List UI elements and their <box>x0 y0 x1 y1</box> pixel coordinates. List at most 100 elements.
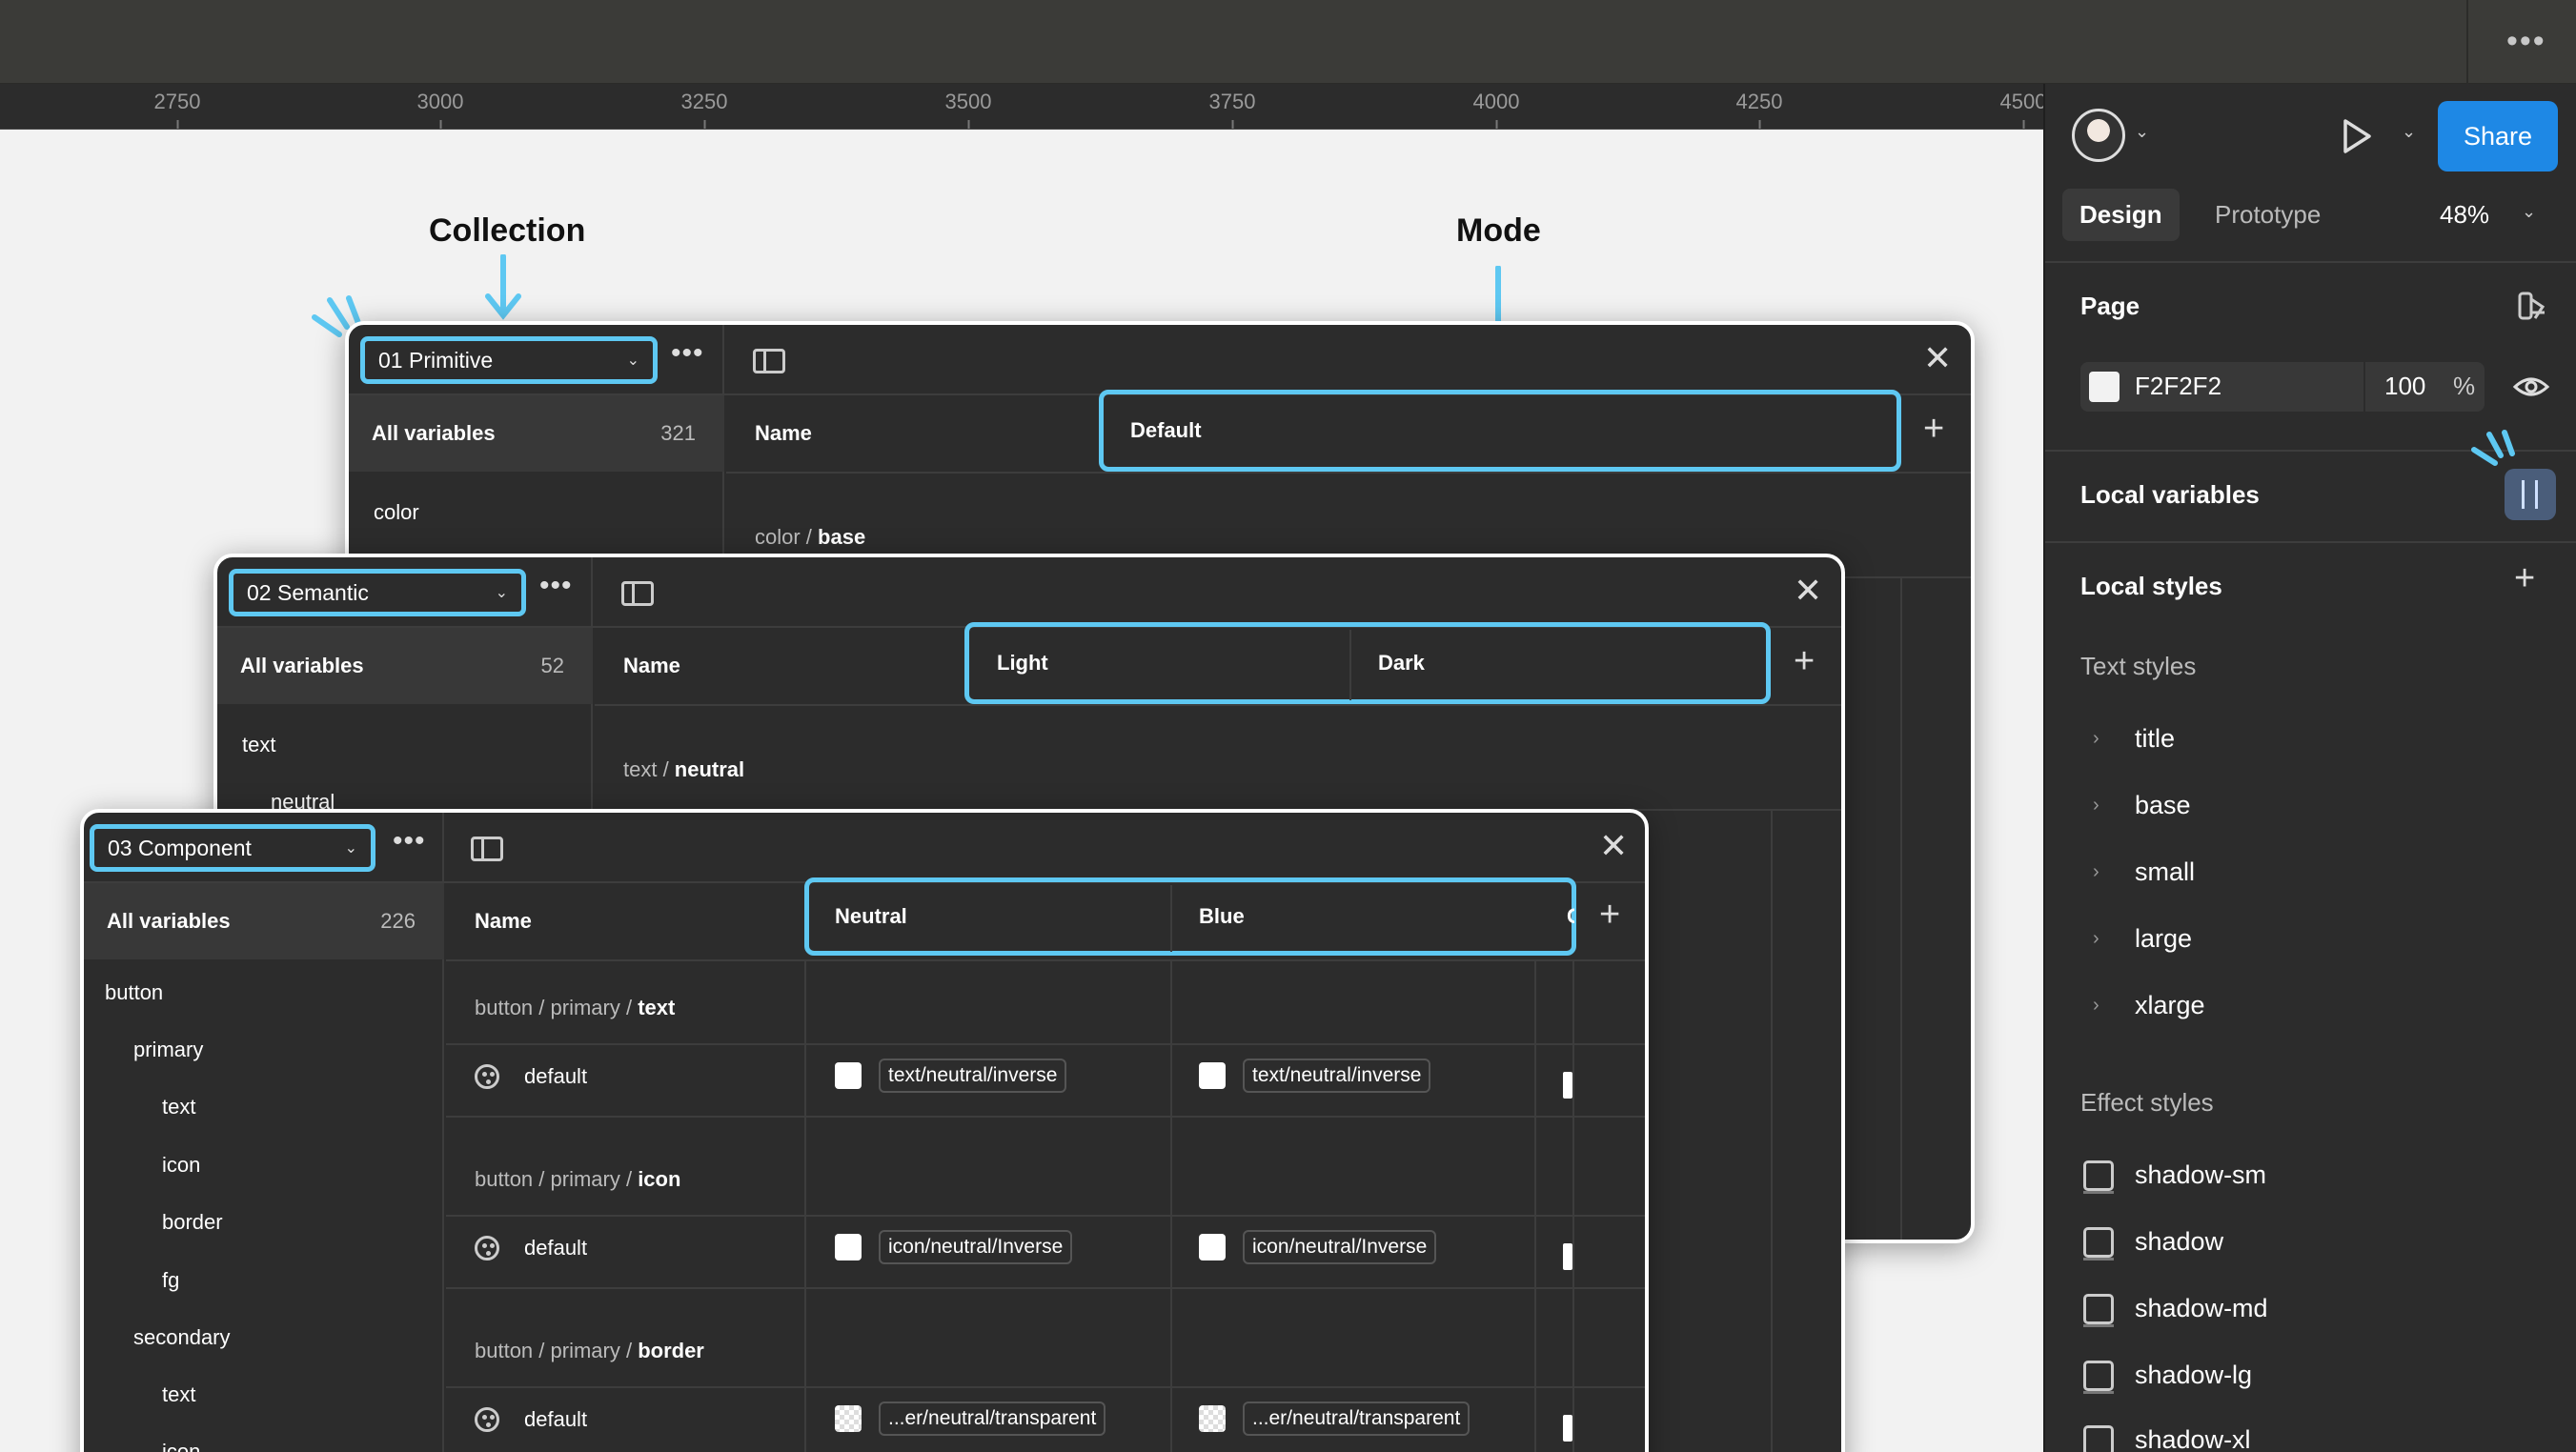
variable-value-cell[interactable]: text/neutral/inverse <box>835 1059 1067 1093</box>
open-variables-icon[interactable] <box>2505 469 2556 520</box>
chevron-down-icon[interactable]: ⌄ <box>2402 122 2416 142</box>
tree-item[interactable]: icon <box>162 1153 200 1178</box>
sidebar-toggle-icon[interactable] <box>753 349 785 373</box>
tree-item[interactable]: secondary <box>133 1325 231 1350</box>
group-name: icon <box>638 1167 681 1191</box>
tree-item[interactable]: fg <box>162 1268 179 1293</box>
user-avatar[interactable] <box>2072 109 2125 162</box>
column-divider <box>1771 809 1773 1452</box>
effect-style-icon <box>2083 1294 2114 1327</box>
design-canvas[interactable]: Collection Mode 01 Primitive ⌄ ••• ✕ All… <box>0 131 2043 1452</box>
variable-value-cell[interactable]: icon/neutral/Inverse <box>835 1230 1073 1264</box>
chevron-down-icon[interactable]: ⌄ <box>2135 122 2149 142</box>
color-variable-icon <box>475 1407 499 1432</box>
text-style-item[interactable]: xlarge <box>2135 991 2205 1020</box>
mode-column-header[interactable]: Dark <box>1378 651 1425 676</box>
ruler-tick: 3500 <box>944 90 992 129</box>
toolbar-separator <box>2466 0 2468 84</box>
group-path: button / primary / <box>475 1167 639 1191</box>
page-color-value[interactable]: F2F2F2 <box>2135 372 2221 401</box>
share-button[interactable]: Share <box>2438 101 2558 171</box>
present-play-icon[interactable] <box>2341 118 2373 154</box>
column-divider <box>1349 630 1351 700</box>
effect-style-item[interactable]: shadow-xl <box>2135 1425 2251 1452</box>
tree-item[interactable]: text <box>242 733 275 757</box>
mode-annotation: Mode <box>1456 212 1541 249</box>
effect-style-item[interactable]: shadow <box>2135 1227 2223 1257</box>
page-opacity-value[interactable]: 100 <box>2384 372 2425 401</box>
row-divider <box>446 1215 1645 1217</box>
all-variables-item[interactable]: All variables 226 <box>84 883 444 959</box>
variable-value-cell[interactable]: ...er/neutral/transparent <box>835 1402 1106 1436</box>
transparent-swatch <box>835 1405 862 1432</box>
chevron-right-icon[interactable]: › <box>2093 795 2099 817</box>
chevron-right-icon[interactable]: › <box>2093 928 2099 950</box>
tree-item[interactable]: primary <box>133 1038 203 1062</box>
sidebar-toggle-icon[interactable] <box>471 837 503 861</box>
variable-row[interactable]: default <box>475 1064 587 1089</box>
close-icon[interactable]: ✕ <box>1794 571 1822 611</box>
more-options-icon[interactable]: ••• <box>2506 23 2546 60</box>
effect-style-item[interactable]: shadow-lg <box>2135 1361 2252 1390</box>
mode-column-header[interactable]: Blue <box>1199 904 1245 929</box>
row-divider <box>446 1386 1645 1388</box>
eye-icon[interactable] <box>2512 372 2550 402</box>
tab-prototype[interactable]: Prototype <box>2215 200 2321 230</box>
tree-item[interactable]: text <box>162 1095 195 1119</box>
collection-more-icon[interactable]: ••• <box>671 339 704 368</box>
tree-item[interactable]: text <box>162 1382 195 1407</box>
all-variables-item[interactable]: All variables 52 <box>217 628 593 704</box>
add-style-icon[interactable]: + <box>2514 558 2535 599</box>
effect-style-item[interactable]: shadow-md <box>2135 1294 2268 1323</box>
add-mode-icon[interactable]: + <box>1599 895 1620 936</box>
collection-more-icon[interactable]: ••• <box>393 827 426 856</box>
zoom-level[interactable]: 48% <box>2440 200 2489 230</box>
all-variables-item[interactable]: All variables 321 <box>349 395 724 472</box>
collection-more-icon[interactable]: ••• <box>539 572 573 600</box>
variable-row[interactable]: default <box>475 1407 587 1432</box>
tab-design[interactable]: Design <box>2062 189 2180 241</box>
text-style-item[interactable]: title <box>2135 724 2175 754</box>
close-icon[interactable]: ✕ <box>1923 338 1952 378</box>
text-style-item[interactable]: large <box>2135 924 2192 954</box>
collection-annotation: Collection <box>429 212 586 249</box>
group-path: button / primary / <box>475 1339 639 1362</box>
chevron-right-icon[interactable]: › <box>2093 861 2099 883</box>
alias-pill: ...er/neutral/transparent <box>1243 1402 1471 1436</box>
field-divider <box>2363 362 2365 412</box>
mode-column-header[interactable]: Light <box>997 651 1048 676</box>
close-icon[interactable]: ✕ <box>1599 826 1628 866</box>
tree-item[interactable]: color <box>374 500 419 525</box>
tree-item[interactable]: icon <box>162 1440 200 1452</box>
variable-row[interactable]: default <box>475 1236 587 1260</box>
page-color-swatch[interactable] <box>2089 372 2120 402</box>
chevron-right-icon[interactable]: › <box>2093 728 2099 750</box>
text-style-item[interactable]: small <box>2135 857 2195 887</box>
variable-value-cell[interactable]: ...er/neutral/transparent <box>1199 1402 1471 1436</box>
effect-style-item[interactable]: shadow-sm <box>2135 1160 2266 1190</box>
page-style-icon[interactable] <box>2516 290 2548 322</box>
ruler-tick: 3750 <box>1208 90 1256 129</box>
mode-column-header-partial[interactable]: C <box>1567 904 1574 929</box>
alias-pill: text/neutral/inverse <box>1243 1059 1431 1093</box>
variables-window-component[interactable]: 03 Component ⌄ ••• ✕ All variables 226 b… <box>80 809 1649 1452</box>
tree-item[interactable]: border <box>162 1210 223 1235</box>
chevron-down-icon[interactable]: ⌄ <box>2522 202 2536 222</box>
add-mode-icon[interactable]: + <box>1794 641 1815 682</box>
mode-column-header[interactable]: Default <box>1130 418 1202 443</box>
collection-select[interactable]: 02 Semantic ⌄ <box>229 569 526 616</box>
add-mode-icon[interactable]: + <box>1923 409 1944 450</box>
mode-column-header[interactable]: Neutral <box>835 904 907 929</box>
local-styles-title: Local styles <box>2080 572 2222 600</box>
alias-pill: ...er/neutral/transparent <box>879 1402 1106 1436</box>
variable-value-cell[interactable]: text/neutral/inverse <box>1199 1059 1431 1093</box>
sidebar-toggle-icon[interactable] <box>621 581 654 606</box>
collection-arrow-icon <box>485 254 521 320</box>
collection-select[interactable]: 01 Primitive ⌄ <box>360 336 658 384</box>
text-style-item[interactable]: base <box>2135 791 2191 820</box>
collection-select[interactable]: 03 Component ⌄ <box>90 824 375 872</box>
group-path: text / <box>623 757 675 781</box>
tree-item[interactable]: button <box>105 980 163 1005</box>
chevron-right-icon[interactable]: › <box>2093 995 2099 1017</box>
variable-value-cell[interactable]: icon/neutral/Inverse <box>1199 1230 1437 1264</box>
